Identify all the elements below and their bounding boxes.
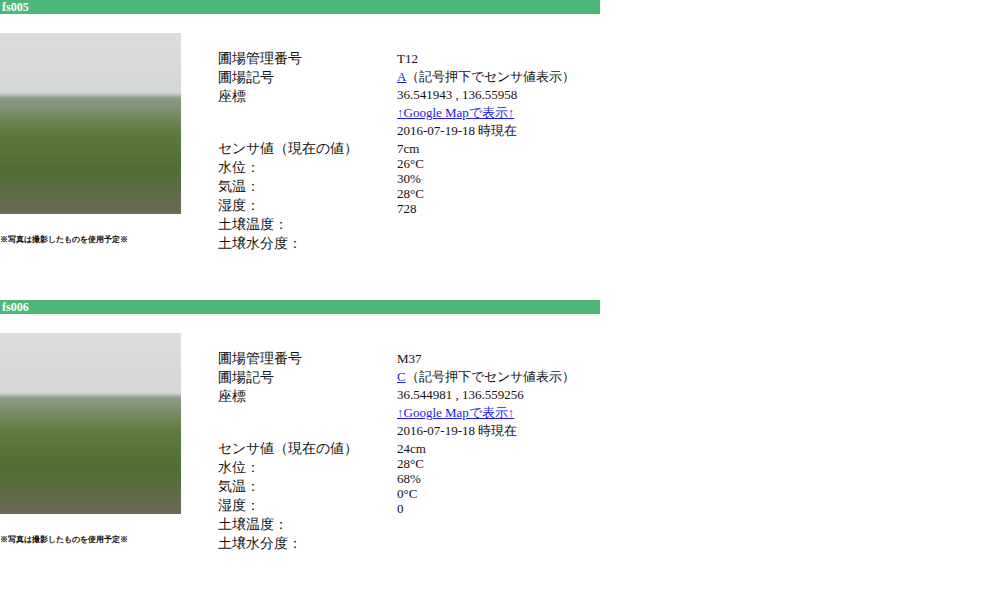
- info-label: 座標: [218, 87, 397, 106]
- section-body: ※写真は撮影したものを使用予定※ 圃場管理番号圃場記号座標 センサ値（現在の値）…: [0, 314, 1000, 553]
- sensor-label: 水位：: [218, 458, 397, 477]
- sensor-value: 28°C: [397, 456, 575, 471]
- photo-caption: ※写真は撮影したものを使用予定※: [0, 534, 181, 545]
- field-number: T12: [397, 50, 575, 68]
- timestamp: 2016-07-19-18 時現在: [397, 121, 575, 141]
- section-header: fs005: [0, 0, 600, 14]
- sensor-label: 気温：: [218, 477, 397, 496]
- info-label: 座標: [218, 387, 397, 406]
- field-section: fs005 ※写真は撮影したものを使用予定※ 圃場管理番号圃場記号座標 センサ値…: [0, 0, 1000, 300]
- google-map-link[interactable]: ↑Google Mapで表示↑: [397, 405, 514, 420]
- sensor-value: 28°C: [397, 186, 575, 201]
- sensor-heading: センサ値（現在の値）: [218, 139, 397, 158]
- google-map-link[interactable]: ↑Google Mapで表示↑: [397, 105, 514, 120]
- timestamp: 2016-07-19-18 時現在: [397, 421, 575, 441]
- sensor-value: 0°C: [397, 486, 575, 501]
- symbol-link[interactable]: C: [397, 369, 406, 384]
- info-label: 圃場管理番号: [218, 49, 397, 68]
- info-label: 圃場記号: [218, 368, 397, 387]
- value-column: T12 A（記号押下でセンサ値表示） 36.541943 , 136.55958…: [397, 33, 575, 253]
- field-symbol: A（記号押下でセンサ値表示）: [397, 68, 575, 86]
- sensor-label: 土壌温度：: [218, 215, 397, 234]
- photo-column: ※写真は撮影したものを使用予定※: [0, 33, 181, 253]
- photo-column: ※写真は撮影したものを使用予定※: [0, 333, 181, 553]
- field-section: fs006 ※写真は撮影したものを使用予定※ 圃場管理番号圃場記号座標 センサ値…: [0, 300, 1000, 600]
- coordinates: 36.541943 , 136.55958: [397, 86, 575, 104]
- coordinates: 36.544981 , 136.559256: [397, 386, 575, 404]
- symbol-note: （記号押下でセンサ値表示）: [406, 69, 575, 84]
- map-row: ↑Google Mapで表示↑: [397, 404, 575, 421]
- sensor-label: 土壌水分度：: [218, 234, 397, 253]
- label-column: 圃場管理番号圃場記号座標 センサ値（現在の値） 水位：気温：湿度：土壌温度：土壌…: [218, 33, 397, 253]
- sensor-value: 26°C: [397, 156, 575, 171]
- field-symbol: C（記号押下でセンサ値表示）: [397, 368, 575, 386]
- symbol-note: （記号押下でセンサ値表示）: [406, 369, 575, 384]
- map-row: ↑Google Mapで表示↑: [397, 104, 575, 121]
- sensor-label: 気温：: [218, 177, 397, 196]
- photo-caption: ※写真は撮影したものを使用予定※: [0, 234, 181, 245]
- section-header: fs006: [0, 300, 600, 314]
- section-body: ※写真は撮影したものを使用予定※ 圃場管理番号圃場記号座標 センサ値（現在の値）…: [0, 14, 1000, 253]
- sensor-label: 土壌温度：: [218, 515, 397, 534]
- sensor-label: 土壌水分度：: [218, 534, 397, 553]
- value-column: M37 C（記号押下でセンサ値表示） 36.544981 , 136.55925…: [397, 333, 575, 553]
- field-number: M37: [397, 350, 575, 368]
- field-photo: [0, 333, 181, 514]
- sensor-value: 30%: [397, 171, 575, 186]
- sensor-label: 湿度：: [218, 196, 397, 215]
- sensor-label: 水位：: [218, 158, 397, 177]
- sensor-value: 24cm: [397, 441, 575, 456]
- sensor-value: 728: [397, 201, 575, 216]
- field-photo: [0, 33, 181, 214]
- info-label: 圃場記号: [218, 68, 397, 87]
- label-column: 圃場管理番号圃場記号座標 センサ値（現在の値） 水位：気温：湿度：土壌温度：土壌…: [218, 333, 397, 553]
- sensor-heading: センサ値（現在の値）: [218, 439, 397, 458]
- sensor-label: 湿度：: [218, 496, 397, 515]
- info-label: 圃場管理番号: [218, 349, 397, 368]
- sensor-value: 68%: [397, 471, 575, 486]
- symbol-link[interactable]: A: [397, 69, 406, 84]
- page: fs005 ※写真は撮影したものを使用予定※ 圃場管理番号圃場記号座標 センサ値…: [0, 0, 1000, 600]
- sensor-value: 0: [397, 501, 575, 516]
- sensor-value: 7cm: [397, 141, 575, 156]
